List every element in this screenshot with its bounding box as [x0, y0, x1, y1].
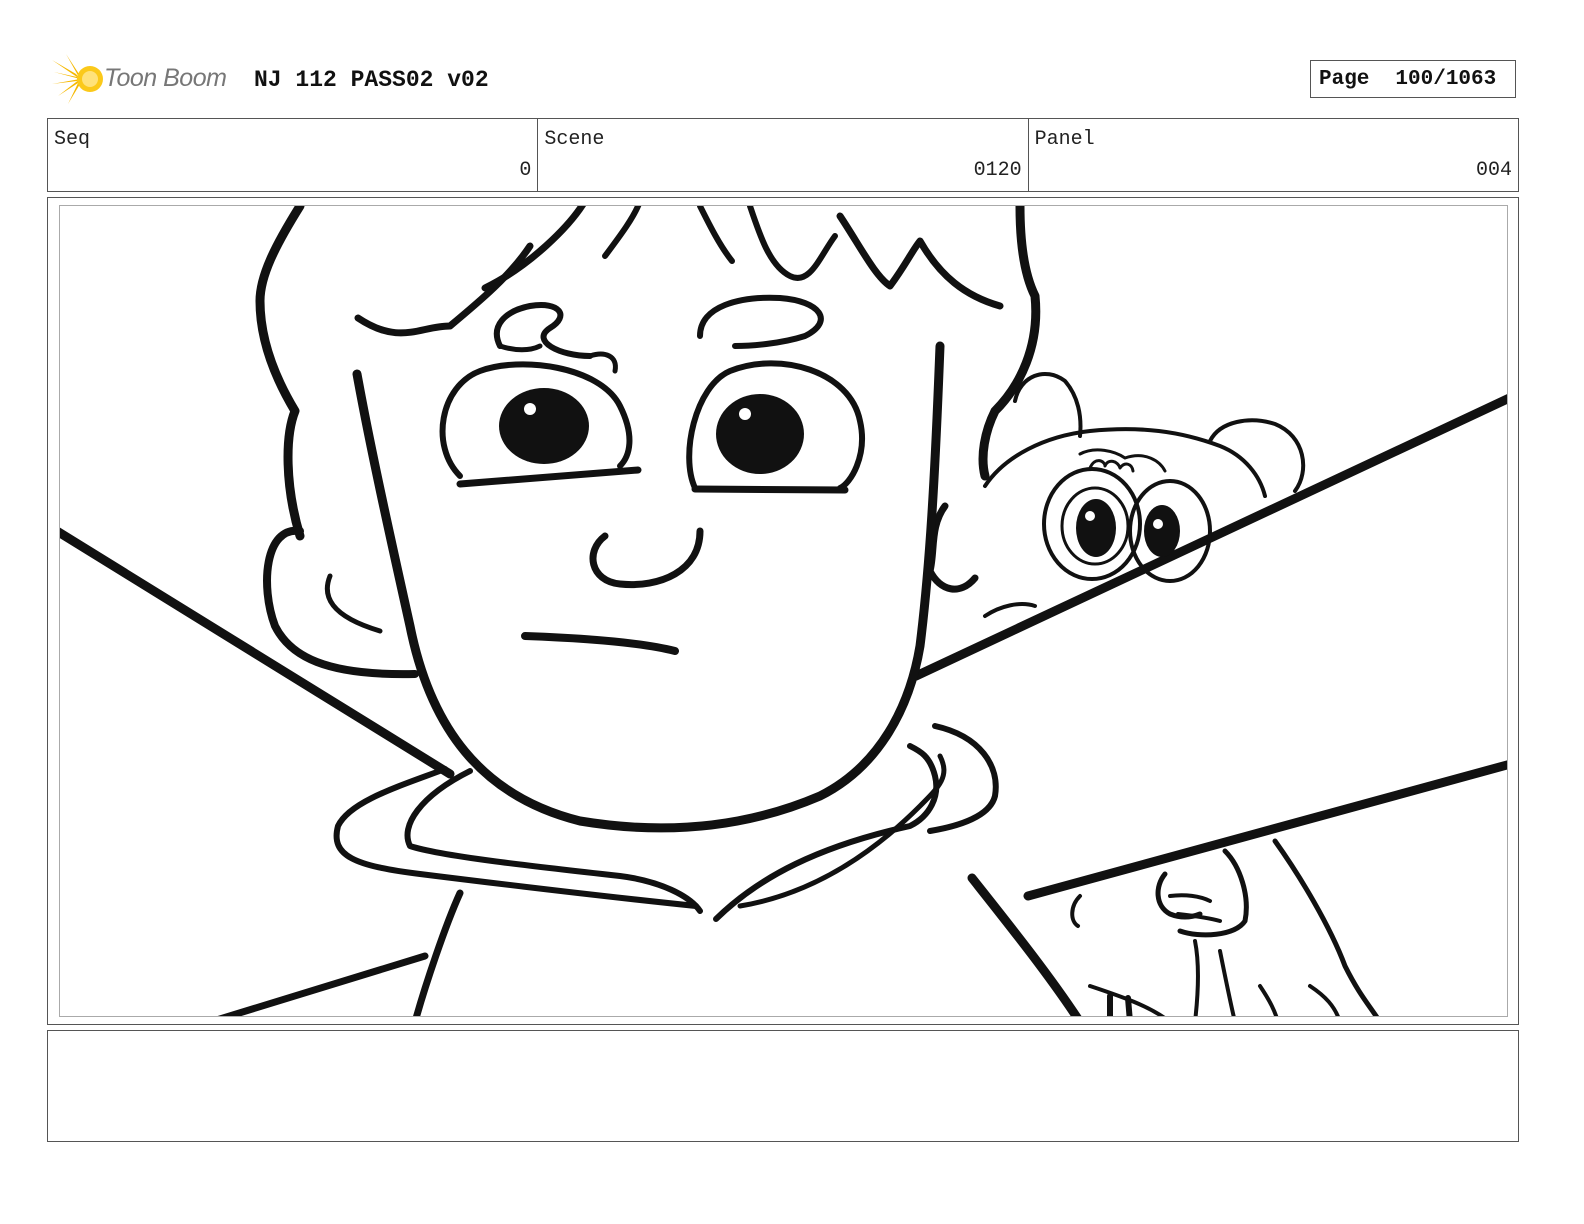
scene-value: 0120	[973, 159, 1022, 182]
logo-text: Toon Boom	[104, 64, 227, 92]
panel-image	[59, 205, 1508, 1017]
scene-cell: Scene 0120	[538, 119, 1029, 191]
page-label: Page	[1319, 67, 1370, 91]
seq-value: 0	[519, 159, 532, 182]
notes-box	[47, 1030, 1519, 1142]
info-row: Seq 0 Scene 0120 Panel 004	[47, 118, 1519, 192]
toon-boom-logo: Toon Boom	[50, 52, 240, 106]
page-value: 100/1063	[1395, 67, 1497, 91]
panel-cell: Panel 004	[1029, 119, 1518, 191]
storyboard-sketch	[60, 206, 1507, 1016]
scene-label: Scene	[544, 128, 605, 151]
page-indicator: Page 100/1063	[1310, 60, 1516, 98]
project-title: NJ 112 PASS02 v02	[254, 67, 489, 93]
seq-cell: Seq 0	[48, 119, 539, 191]
panel-label: Panel	[1034, 128, 1095, 151]
seq-label: Seq	[54, 128, 91, 151]
panel-value: 004	[1475, 159, 1512, 182]
starburst-logo-icon	[52, 54, 103, 104]
